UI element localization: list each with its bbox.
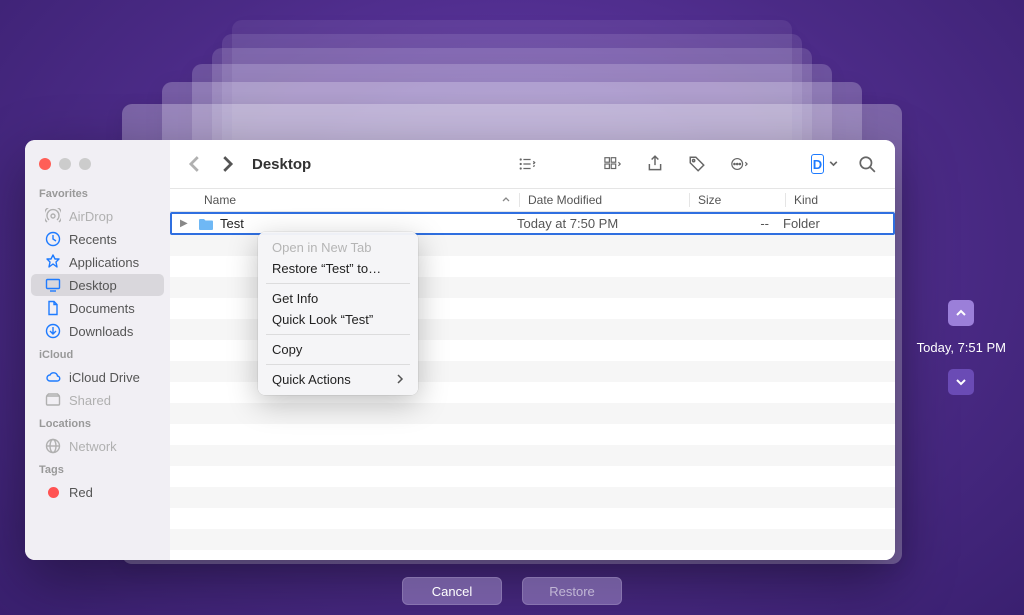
sidebar-item-airdrop[interactable]: AirDrop bbox=[31, 205, 164, 227]
sidebar-section-label: Tags bbox=[25, 458, 170, 480]
column-header-name[interactable]: Name bbox=[204, 193, 519, 207]
context-menu-item-label: Quick Actions bbox=[272, 372, 351, 387]
table-row bbox=[170, 403, 895, 424]
forward-button[interactable] bbox=[216, 153, 238, 175]
bottom-button-bar: Cancel Restore bbox=[0, 577, 1024, 605]
share-icon[interactable] bbox=[641, 152, 669, 176]
restore-button[interactable]: Restore bbox=[522, 577, 622, 605]
zoom-window-button[interactable] bbox=[79, 158, 91, 170]
sidebar-item-label: iCloud Drive bbox=[69, 370, 140, 385]
finder-window: Favorites AirDrop Recents Applications Deskt… bbox=[25, 140, 895, 560]
sidebar-item-label: Applications bbox=[69, 255, 139, 270]
folder-icon bbox=[198, 217, 214, 231]
sidebar-item-label: AirDrop bbox=[69, 209, 113, 224]
sidebar-section-label: iCloud bbox=[25, 343, 170, 365]
apps-icon bbox=[45, 254, 61, 270]
minimize-window-button[interactable] bbox=[59, 158, 71, 170]
context-menu-item-label: Get Info bbox=[272, 291, 318, 306]
clock-icon bbox=[45, 231, 61, 247]
context-menu-item: Open in New Tab bbox=[258, 237, 418, 258]
context-menu-item[interactable]: Quick Actions bbox=[258, 369, 418, 390]
cell-name: Test bbox=[220, 216, 517, 231]
context-menu-item-label: Restore “Test” to… bbox=[272, 261, 381, 276]
table-row bbox=[170, 445, 895, 466]
table-row bbox=[170, 529, 895, 550]
sidebar-item-applications[interactable]: Applications bbox=[31, 251, 164, 273]
airdrop-icon bbox=[45, 208, 61, 224]
cloud-icon bbox=[45, 369, 61, 385]
sidebar: Favorites AirDrop Recents Applications Deskt… bbox=[25, 140, 170, 560]
cancel-button[interactable]: Cancel bbox=[402, 577, 502, 605]
sidebar-item-label: Red bbox=[69, 485, 93, 500]
context-menu-separator bbox=[266, 364, 410, 365]
sidebar-item-icloud-drive[interactable]: iCloud Drive bbox=[31, 366, 164, 388]
sidebar-item-label: Recents bbox=[69, 232, 117, 247]
context-menu-item[interactable]: Quick Look “Test” bbox=[258, 309, 418, 330]
sidebar-item-red[interactable]: Red bbox=[31, 481, 164, 503]
column-header-kind[interactable]: Kind bbox=[785, 193, 895, 207]
group-icon[interactable] bbox=[599, 152, 627, 176]
timeline-label: Today, 7:51 PM bbox=[917, 340, 1006, 355]
sidebar-item-label: Network bbox=[69, 439, 117, 454]
doc-icon bbox=[45, 300, 61, 316]
context-menu-item-label: Copy bbox=[272, 342, 302, 357]
sidebar-item-label: Documents bbox=[69, 301, 135, 316]
cell-size: -- bbox=[687, 216, 783, 231]
back-button[interactable] bbox=[184, 153, 206, 175]
cell-kind: Folder bbox=[783, 216, 893, 231]
download-icon bbox=[45, 323, 61, 339]
table-row bbox=[170, 487, 895, 508]
table-row bbox=[170, 424, 895, 445]
d-badge-icon[interactable]: D bbox=[811, 152, 839, 176]
sidebar-item-label: Downloads bbox=[69, 324, 133, 339]
sidebar-section-label: Locations bbox=[25, 412, 170, 434]
context-menu-item[interactable]: Get Info bbox=[258, 288, 418, 309]
view-list-icon[interactable] bbox=[513, 152, 541, 176]
sidebar-item-desktop[interactable]: Desktop bbox=[31, 274, 164, 296]
sidebar-item-documents[interactable]: Documents bbox=[31, 297, 164, 319]
close-window-button[interactable] bbox=[39, 158, 51, 170]
window-controls bbox=[25, 148, 170, 182]
sidebar-item-recents[interactable]: Recents bbox=[31, 228, 164, 250]
context-menu-item[interactable]: Copy bbox=[258, 339, 418, 360]
timeline-down-button[interactable] bbox=[948, 369, 974, 395]
context-menu-item-label: Open in New Tab bbox=[272, 240, 372, 255]
table-row bbox=[170, 508, 895, 529]
context-menu-separator bbox=[266, 334, 410, 335]
column-header-row: Name Date Modified Size Kind bbox=[170, 188, 895, 212]
desktop-icon bbox=[45, 277, 61, 293]
search-icon[interactable] bbox=[853, 152, 881, 176]
tag-icon[interactable] bbox=[683, 152, 711, 176]
timeline-up-button[interactable] bbox=[948, 300, 974, 326]
sidebar-item-label: Desktop bbox=[69, 278, 117, 293]
cell-date: Today at 7:50 PM bbox=[517, 216, 687, 231]
shared-icon bbox=[45, 392, 61, 408]
table-row bbox=[170, 466, 895, 487]
network-icon bbox=[45, 438, 61, 454]
column-header-size[interactable]: Size bbox=[689, 193, 785, 207]
chevron-right-icon bbox=[396, 372, 404, 387]
column-header-date[interactable]: Date Modified bbox=[519, 193, 689, 207]
sidebar-item-label: Shared bbox=[69, 393, 111, 408]
disclosure-icon[interactable]: ▶ bbox=[180, 218, 192, 229]
context-menu-separator bbox=[266, 283, 410, 284]
toolbar: Desktop bbox=[170, 140, 895, 188]
sidebar-section-label: Favorites bbox=[25, 182, 170, 204]
context-menu-item[interactable]: Restore “Test” to… bbox=[258, 258, 418, 279]
sidebar-item-downloads[interactable]: Downloads bbox=[31, 320, 164, 342]
context-menu: Open in New Tab Restore “Test” to… Get Inf… bbox=[258, 232, 418, 395]
more-icon[interactable] bbox=[725, 152, 753, 176]
sidebar-item-network[interactable]: Network bbox=[31, 435, 164, 457]
window-title: Desktop bbox=[252, 156, 311, 173]
tag-red-icon bbox=[45, 484, 61, 500]
timeline-nav: Today, 7:51 PM bbox=[917, 300, 1006, 395]
sidebar-item-shared[interactable]: Shared bbox=[31, 389, 164, 411]
context-menu-item-label: Quick Look “Test” bbox=[272, 312, 373, 327]
